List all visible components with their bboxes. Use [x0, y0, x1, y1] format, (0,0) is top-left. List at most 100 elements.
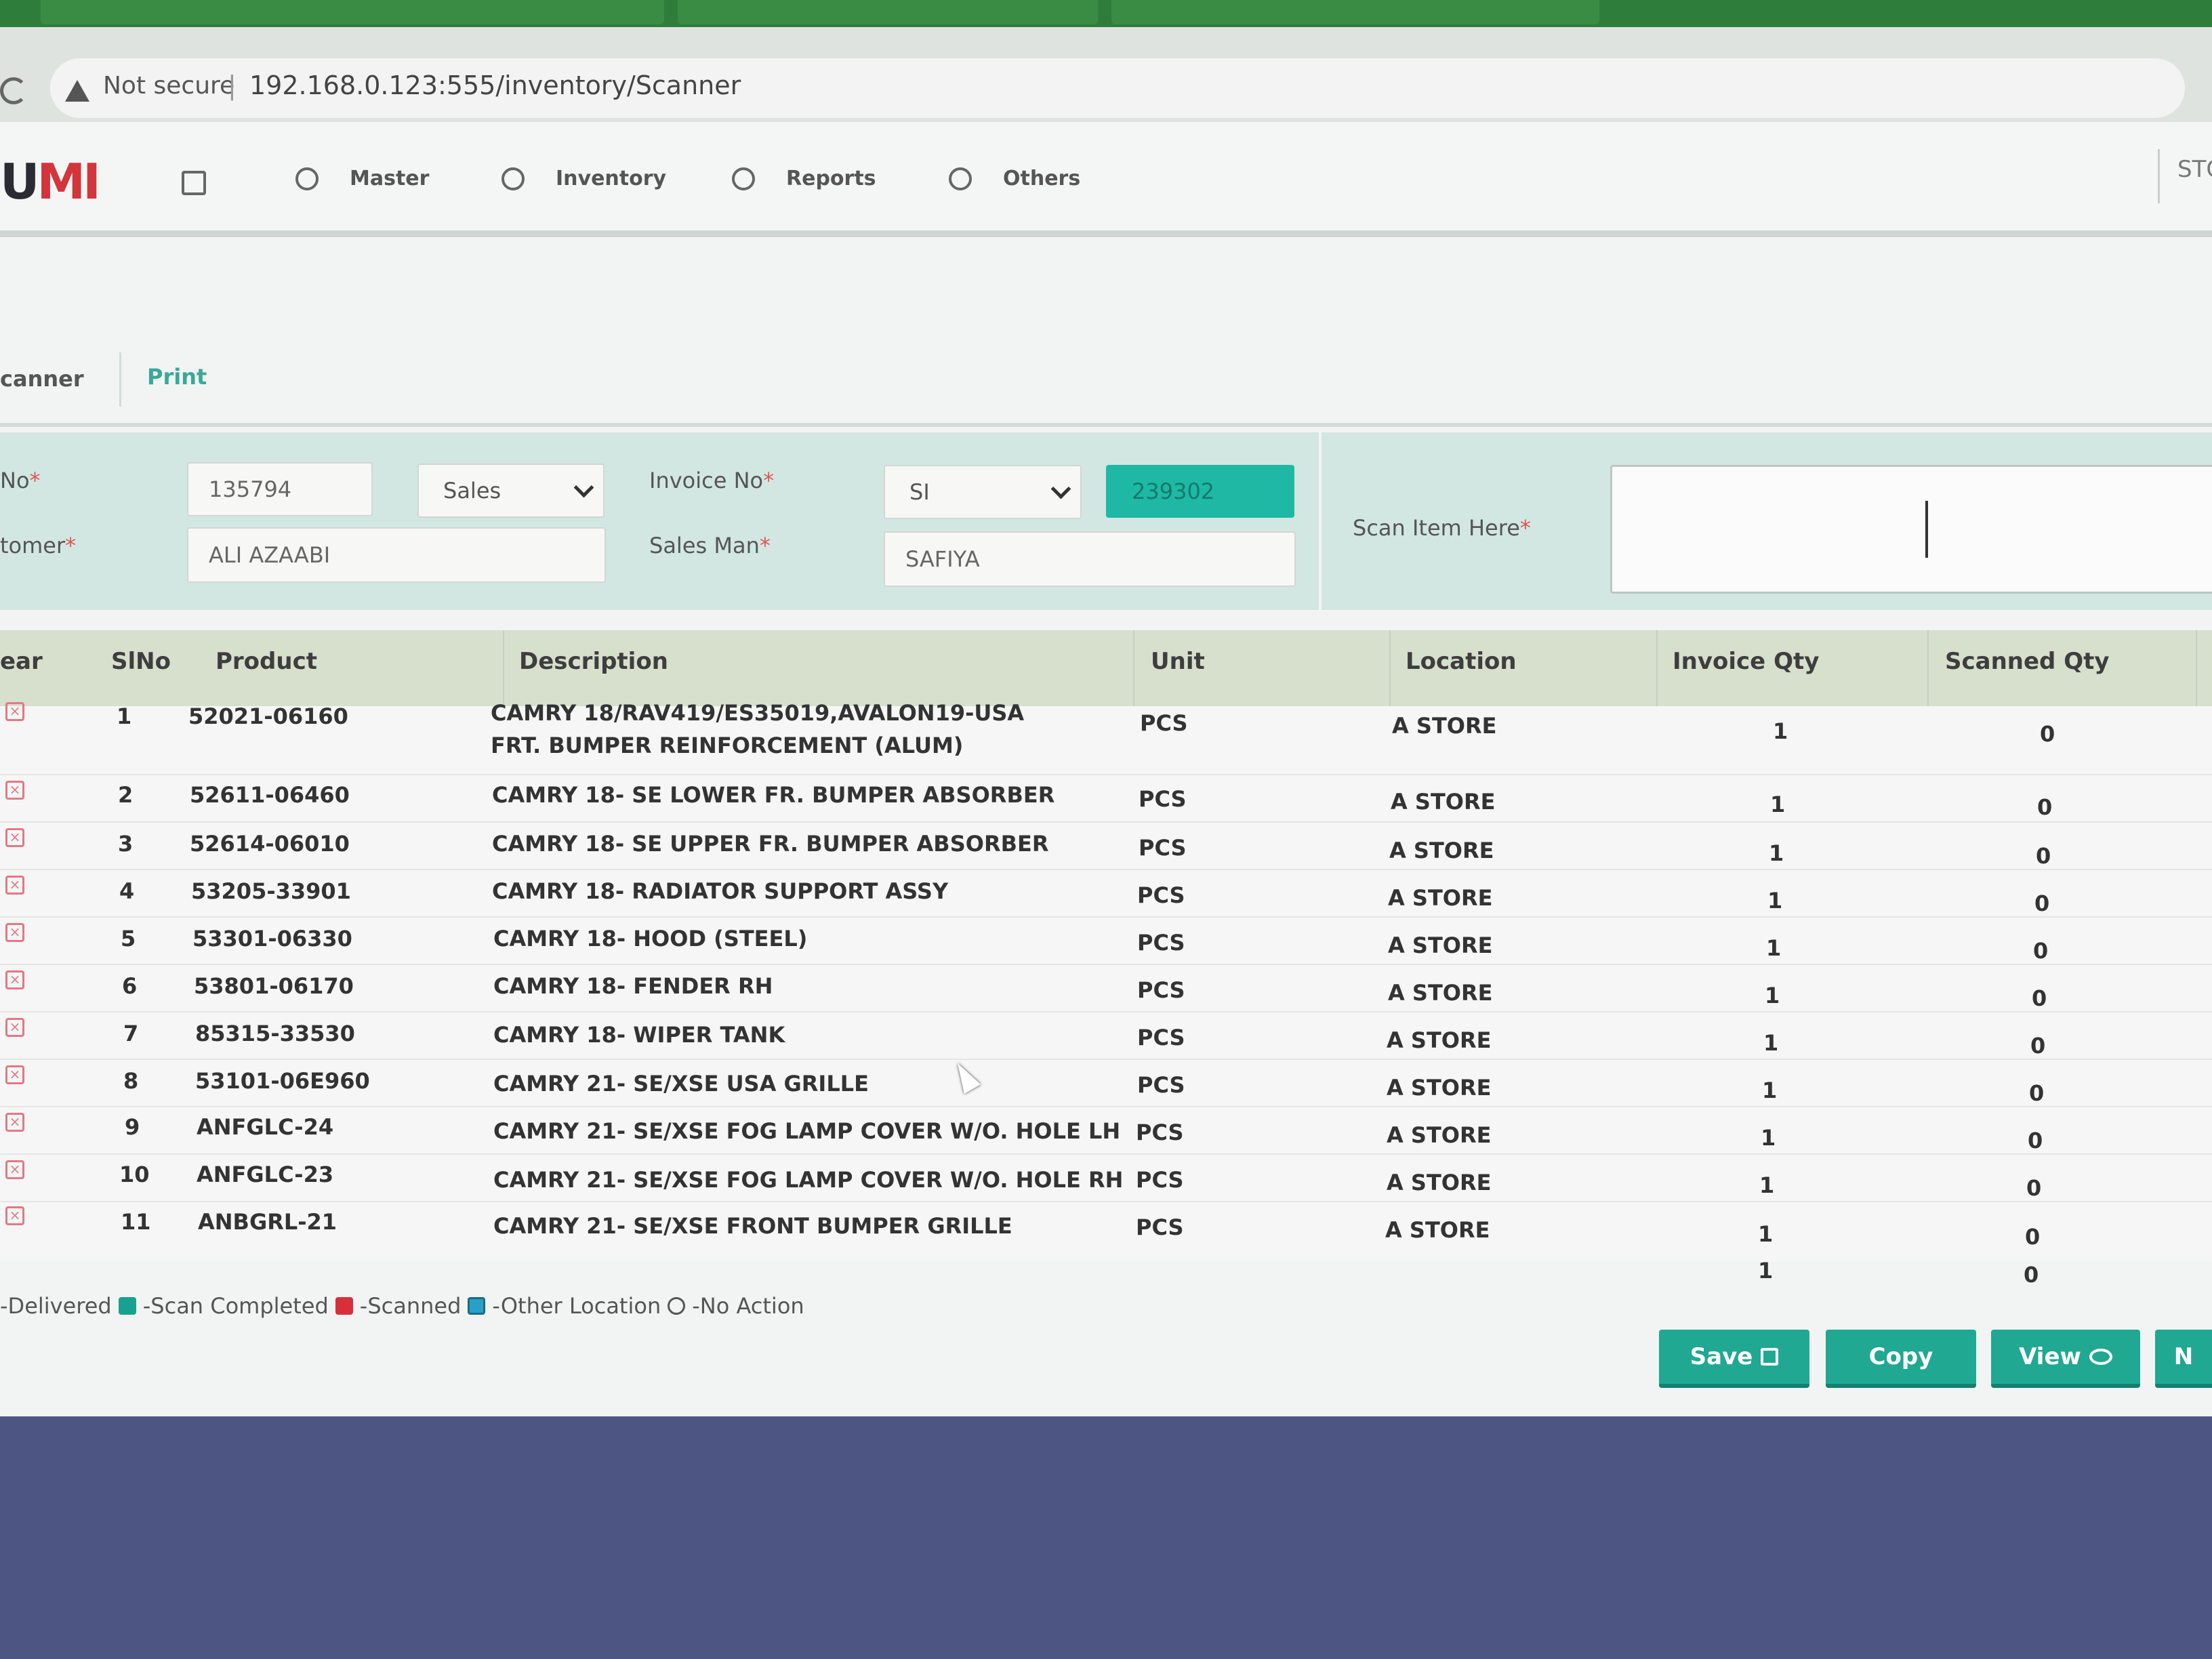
col-unit[interactable]: Unit [1151, 648, 1205, 675]
store-label[interactable]: STOR [2158, 149, 2212, 203]
nav-others[interactable]: Others [949, 167, 1080, 190]
tab-print[interactable]: Print [119, 352, 207, 407]
table-row[interactable]: × 1 52021-06160 CAMRY 18/RAV419/ES35019,… [0, 694, 2212, 775]
legend-delivered: -Delivered [0, 1293, 112, 1319]
delete-row-icon[interactable]: × [5, 1065, 24, 1084]
delete-row-icon[interactable]: × [5, 781, 24, 800]
cell-product: 53205-33901 [191, 878, 351, 904]
col-location[interactable]: Location [1406, 648, 1517, 675]
cell-description: CAMRY 18- WIPER TANK [493, 1022, 785, 1048]
col-clear[interactable]: ear [0, 648, 43, 675]
cell-location: A STORE [1389, 838, 1494, 863]
cell-invoice-qty: 1 [1766, 935, 1782, 961]
salesman-field[interactable]: SAFIYA [884, 531, 1296, 587]
cell-location: A STORE [1388, 933, 1493, 958]
home-icon[interactable] [182, 171, 206, 195]
legend-scanned: -Scanned [359, 1293, 462, 1319]
table-row[interactable]: × 9 ANFGLC-24 CAMRY 21- SE/XSE FOG LAMP … [0, 1106, 2212, 1155]
reports-icon [732, 167, 755, 190]
cell-invoice-qty: 1 [1761, 1125, 1776, 1151]
no-action-swatch [668, 1297, 686, 1315]
no-label: No* [0, 468, 41, 493]
browser-tab[interactable] [41, 0, 664, 24]
delete-row-icon[interactable]: × [5, 876, 24, 895]
cell-location: A STORE [1392, 713, 1497, 739]
customer-label: tomer* [0, 533, 77, 558]
cell-invoice-qty: 1 [1758, 1258, 1774, 1284]
scan-item-label: Scan Item Here* [1353, 515, 1531, 541]
cell-description: CAMRY 18- FENDER RH [493, 973, 773, 999]
col-slno[interactable]: SlNo [111, 648, 171, 675]
table-row[interactable]: × 5 53301-06330 CAMRY 18- HOOD (STEEL) P… [0, 916, 2212, 965]
browser-tab[interactable] [1111, 0, 1599, 24]
view-button[interactable]: View [1991, 1330, 2140, 1388]
cell-scanned-qty: 0 [2025, 1224, 2041, 1250]
delete-row-icon[interactable]: × [5, 1113, 24, 1132]
cell-product: ANBGRL-21 [198, 1209, 337, 1235]
cell-product: ANFGLC-24 [197, 1114, 334, 1140]
col-invoice-qty[interactable]: Invoice Qty [1673, 648, 1819, 675]
warning-icon[interactable] [65, 80, 89, 102]
master-icon [295, 167, 319, 190]
table-row[interactable]: × 11 ANBGRL-21 CAMRY 21- SE/XSE FRONT BU… [0, 1201, 2212, 1254]
table-row[interactable]: × 3 52614-06010 CAMRY 18- SE UPPER FR. B… [0, 821, 2212, 870]
nav-master[interactable]: Master [295, 167, 429, 190]
cell-location: A STORE [1387, 1075, 1492, 1101]
delete-row-icon[interactable]: × [5, 828, 24, 847]
browser-tab[interactable] [678, 0, 1098, 24]
not-secure-label[interactable]: Not secure [103, 72, 234, 100]
table-row[interactable]: × 8 53101-06E960 CAMRY 21- SE/XSE USA GR… [0, 1059, 2212, 1107]
cell-location: A STORE [1391, 789, 1496, 815]
cell-invoice-qty: 1 [1763, 1030, 1779, 1056]
table-row[interactable]: × 7 85315-33530 CAMRY 18- WIPER TANK PCS… [0, 1011, 2212, 1060]
cell-unit: PCS [1137, 1025, 1185, 1050]
cell-invoice-qty: 1 [1762, 1078, 1778, 1103]
customer-field[interactable]: ALI AZAABI [187, 527, 606, 583]
col-scanned-qty[interactable]: Scanned Qty [1945, 648, 2110, 675]
nav-inventory[interactable]: Inventory [501, 167, 666, 190]
col-product[interactable]: Product [216, 648, 317, 675]
delete-row-icon[interactable]: × [5, 923, 24, 942]
invoice-number-field[interactable]: 239302 [1106, 465, 1294, 518]
cell-unit: PCS [1137, 977, 1185, 1003]
cell-scanned-qty: 0 [2034, 890, 2050, 916]
table-row[interactable]: × 10 ANFGLC-23 CAMRY 21- SE/XSE FOG LAMP… [0, 1153, 2212, 1202]
nav-reports[interactable]: Reports [732, 167, 876, 190]
cell-unit: PCS [1137, 930, 1185, 956]
app-logo[interactable]: UMI [0, 153, 101, 210]
cell-location: A STORE [1387, 1170, 1492, 1195]
cell-unit: PCS [1137, 1072, 1185, 1098]
cell-slno: 2 [118, 782, 134, 808]
monitor-bezel [0, 1416, 2212, 1659]
delete-row-icon[interactable]: × [5, 1160, 24, 1179]
cell-invoice-qty: 1 [1759, 1172, 1775, 1198]
cell-scanned-qty: 0 [2030, 1033, 2046, 1059]
new-button[interactable]: N [2155, 1330, 2212, 1388]
col-description[interactable]: Description [519, 648, 668, 675]
cell-invoice-qty: 1 [1758, 1221, 1774, 1247]
eye-icon [2089, 1349, 2112, 1365]
table-row[interactable]: × 2 52611-06460 CAMRY 18- SE LOWER FR. B… [0, 774, 2212, 823]
type-select[interactable]: Sales [417, 464, 605, 518]
cell-description: CAMRY 18/RAV419/ES35019,AVALON19-USA FRT… [491, 700, 1025, 758]
table-row[interactable]: × 4 53205-33901 CAMRY 18- RADIATOR SUPPO… [0, 869, 2212, 918]
cell-description: CAMRY 21- SE/XSE USA GRILLE [493, 1071, 869, 1097]
cell-product: 53801-06170 [194, 973, 354, 999]
cell-unit: PCS [1136, 1214, 1184, 1240]
scan-item-input[interactable] [1610, 465, 2212, 594]
table-row[interactable]: × 6 53801-06170 CAMRY 18- FENDER RH PCS … [0, 964, 2212, 1012]
url-text[interactable]: 192.168.0.123:555/inventory/Scanner [249, 70, 741, 100]
tab-scanner[interactable]: canner [0, 366, 84, 392]
reload-icon[interactable] [0, 77, 27, 104]
save-button[interactable]: Save [1659, 1330, 1809, 1388]
cell-product: 53101-06E960 [195, 1068, 370, 1094]
cell-location: A STORE [1385, 1217, 1490, 1243]
copy-button[interactable]: Copy [1826, 1330, 1976, 1388]
delete-row-icon[interactable]: × [5, 970, 24, 989]
invoice-prefix-select[interactable]: SI [884, 465, 1082, 519]
delete-row-icon[interactable]: × [5, 1206, 24, 1225]
cell-unit: PCS [1136, 1120, 1184, 1145]
delete-row-icon[interactable]: × [5, 1018, 24, 1037]
no-field[interactable]: 135794 [187, 462, 373, 516]
delete-row-icon[interactable]: × [5, 702, 24, 721]
